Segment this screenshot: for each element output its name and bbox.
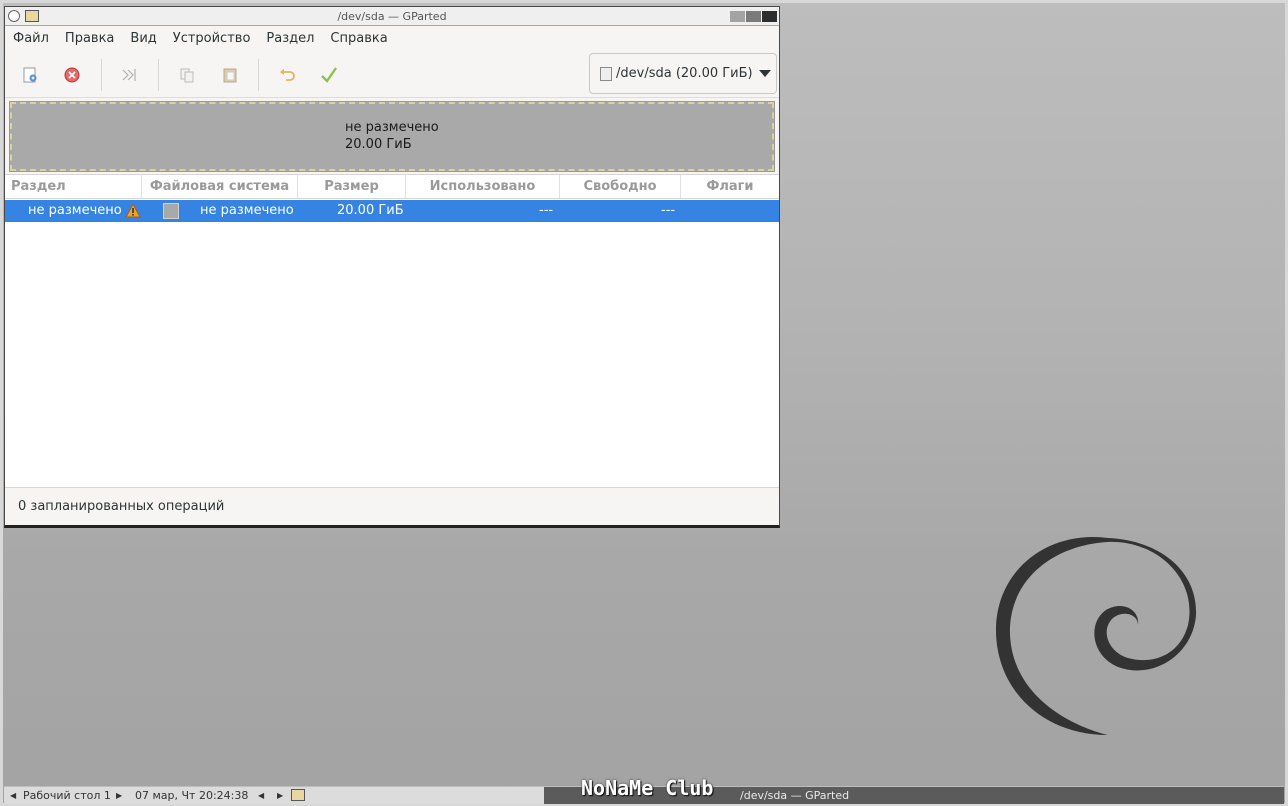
disk-map-size: 20.00 ГиБ bbox=[345, 137, 412, 152]
disk-map-area: не размечено 20.00 ГиБ bbox=[5, 98, 779, 176]
warning-icon bbox=[125, 203, 141, 218]
apply-icon bbox=[321, 67, 337, 83]
copy-icon bbox=[180, 68, 194, 83]
delete-partition-button[interactable] bbox=[60, 63, 84, 87]
disk-map-label: не размечено bbox=[345, 120, 439, 135]
column-flags[interactable]: Флаги bbox=[681, 175, 779, 198]
resize-move-icon bbox=[122, 69, 136, 81]
toolbar-separator bbox=[258, 59, 259, 91]
desktop-name[interactable]: Рабочий стол 1 bbox=[23, 789, 111, 802]
delete-partition-icon bbox=[64, 67, 80, 83]
column-filesystem[interactable]: Файловая система bbox=[142, 175, 298, 198]
undo-button[interactable] bbox=[275, 63, 299, 87]
new-partition-icon bbox=[23, 67, 37, 83]
minimize-button[interactable] bbox=[730, 11, 745, 22]
title-bar[interactable]: /dev/sda — GParted bbox=[5, 7, 779, 26]
device-selector[interactable]: /dev/sda (20.00 ГиБ) bbox=[589, 53, 777, 94]
copy-button[interactable] bbox=[175, 63, 199, 87]
menu-edit[interactable]: Правка bbox=[65, 31, 122, 46]
taskbar-window-title: /dev/sda — GParted bbox=[740, 789, 850, 802]
desktop-next-arrow-icon[interactable]: ▶ bbox=[116, 791, 122, 800]
desktop-prev-arrow-icon[interactable]: ◀ bbox=[10, 791, 16, 800]
menu-partition[interactable]: Раздел bbox=[266, 31, 322, 46]
paste-button[interactable] bbox=[218, 63, 242, 87]
new-partition-button[interactable] bbox=[18, 63, 42, 87]
window-title: /dev/sda — GParted bbox=[337, 10, 447, 23]
column-partition[interactable]: Раздел bbox=[5, 175, 142, 198]
undo-icon bbox=[280, 69, 295, 81]
task-prev-arrow-icon[interactable]: ◀ bbox=[258, 791, 264, 800]
menu-bar: Файл Правка Вид Устройство Раздел Справк… bbox=[5, 26, 779, 51]
disk-icon bbox=[600, 66, 612, 81]
paste-icon bbox=[223, 68, 237, 83]
toolbar-separator bbox=[101, 59, 102, 91]
menu-device[interactable]: Устройство bbox=[173, 31, 259, 46]
table-header: Раздел Файловая система Размер Использов… bbox=[5, 174, 779, 199]
close-button[interactable] bbox=[762, 11, 777, 22]
toolbar-separator bbox=[158, 59, 159, 91]
menu-help[interactable]: Справка bbox=[330, 31, 395, 46]
column-size[interactable]: Размер bbox=[298, 175, 406, 198]
status-bar: 0 запланированных операций bbox=[5, 487, 779, 525]
disk-map-unallocated[interactable]: не размечено 20.00 ГиБ bbox=[9, 101, 775, 172]
pending-operations-label: 0 запланированных операций bbox=[18, 499, 225, 514]
menu-view[interactable]: Вид bbox=[130, 31, 164, 46]
watermark: NoNaMe Club bbox=[581, 776, 714, 800]
task-next-arrow-icon[interactable]: ▶ bbox=[277, 791, 283, 800]
cell-free: --- bbox=[661, 203, 676, 218]
partition-table: Раздел Файловая система Размер Использов… bbox=[5, 174, 779, 488]
debian-swirl-logo bbox=[996, 536, 1197, 735]
gparted-window: /dev/sda — GParted Файл Правка Вид Устро… bbox=[4, 6, 780, 528]
column-free[interactable]: Свободно bbox=[560, 175, 681, 198]
filesystem-color-swatch bbox=[163, 203, 179, 219]
column-used[interactable]: Использовано bbox=[406, 175, 560, 198]
gparted-taskbar-icon[interactable] bbox=[291, 789, 305, 801]
cell-partition: не размечено bbox=[28, 203, 122, 218]
cell-size: 20.00 ГиБ bbox=[337, 203, 404, 218]
clock: 07 мар, Чт 20:24:38 bbox=[135, 789, 249, 802]
chevron-down-icon bbox=[758, 70, 771, 77]
toolbar: /dev/sda (20.00 ГиБ) bbox=[5, 51, 779, 98]
maximize-button[interactable] bbox=[746, 11, 761, 22]
cell-filesystem: не размечено bbox=[200, 203, 294, 218]
table-row[interactable]: не размечено не размечено 20.00 ГиБ --- … bbox=[5, 200, 779, 222]
cell-used: --- bbox=[539, 203, 554, 218]
device-selector-label: /dev/sda (20.00 ГиБ) bbox=[616, 66, 753, 81]
menu-file[interactable]: Файл bbox=[13, 31, 57, 46]
resize-move-button[interactable] bbox=[117, 63, 141, 87]
apply-button[interactable] bbox=[317, 63, 341, 87]
